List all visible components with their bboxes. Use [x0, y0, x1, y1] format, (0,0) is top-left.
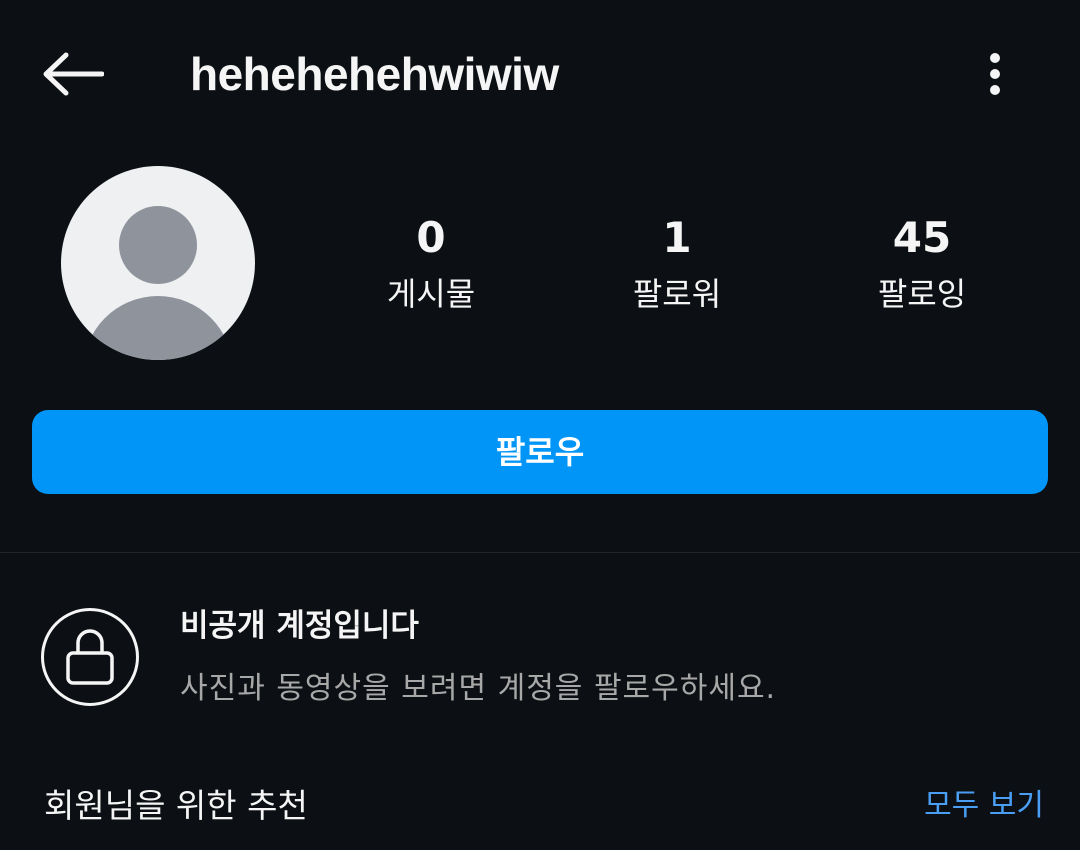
stat-following-count[interactable]: 45	[822, 210, 1022, 266]
suggestions-title: 회원님을 위한 추천	[44, 786, 308, 825]
stat-following-label[interactable]: 팔로잉	[822, 274, 1022, 314]
lock-icon	[66, 629, 114, 685]
stat-posts-count: 0	[416, 213, 446, 262]
profile-username: hehehehehwiwiw	[190, 48, 559, 100]
private-account-title: 비공개 계정입니다	[180, 608, 419, 644]
stat-followers[interactable]: 1 팔로워	[577, 210, 777, 314]
stat-following[interactable]: 45 팔로잉	[822, 210, 1022, 314]
stat-posts-label: 게시물	[386, 275, 476, 313]
private-lock-badge	[41, 608, 139, 706]
stat-followers-count[interactable]: 1	[577, 210, 777, 266]
back-button[interactable]	[36, 44, 110, 104]
profile-avatar[interactable]	[61, 166, 255, 360]
stat-followers-label[interactable]: 팔로워	[577, 274, 777, 314]
more-options-button[interactable]	[970, 46, 1020, 102]
stat-posts: 0 게시물	[331, 210, 531, 314]
default-avatar-icon	[119, 206, 197, 284]
arrow-left-icon	[43, 52, 104, 96]
top-bar: hehehehehwiwiw	[0, 0, 1080, 150]
see-all-link[interactable]: 모두 보기	[904, 786, 1044, 826]
follow-button[interactable]: 팔로우	[32, 410, 1048, 494]
section-divider	[0, 552, 1080, 553]
private-account-description: 사진과 동영상을 보려면 계정을 팔로우하세요.	[180, 671, 777, 706]
more-vertical-icon	[990, 53, 1000, 95]
